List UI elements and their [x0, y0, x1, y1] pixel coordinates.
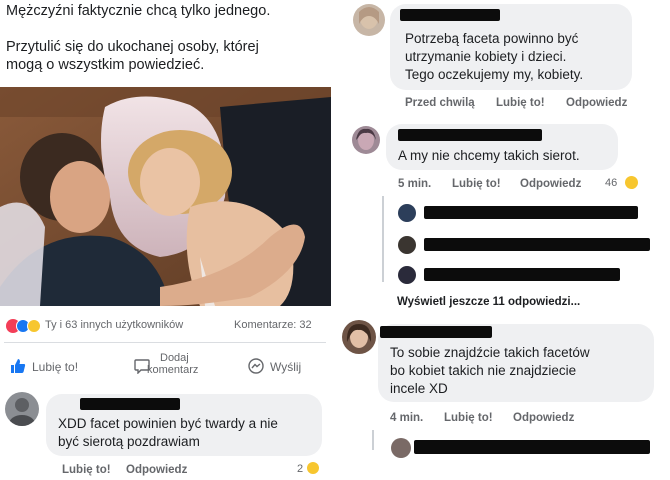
redacted-reply — [424, 238, 650, 251]
thread-line — [382, 196, 384, 282]
comments-count[interactable]: Komentarze: 32 — [234, 319, 312, 331]
share-button-label[interactable]: Wyślij — [270, 360, 301, 374]
avatar[interactable] — [391, 438, 411, 458]
haha-reaction-icon — [307, 462, 319, 474]
comment-time: 4 min. — [390, 412, 424, 424]
comment-text-line-1: XDD facet powinien być twardy a nie — [58, 416, 278, 431]
post-text-line-3: mogą o wszystkim powiedzieć. — [6, 57, 205, 73]
like-button-label[interactable]: Lubię to! — [32, 360, 78, 374]
comment-reaction-count: 2 — [297, 463, 304, 475]
thumbs-up-icon — [11, 359, 26, 373]
comment-button-label-1[interactable]: Dodaj — [160, 352, 189, 364]
comment-reply-link[interactable]: Odpowiedz — [126, 464, 187, 476]
avatar[interactable] — [398, 204, 416, 222]
avatar[interactable] — [5, 392, 39, 426]
reactions-summary[interactable]: Ty i 63 innych użytkowników — [45, 319, 183, 331]
comment-like-link[interactable]: Lubię to! — [444, 412, 493, 424]
comment-text-line-2: bo kobiet takich nie znajdziecie — [390, 363, 577, 378]
comment-like-link[interactable]: Lubię to! — [496, 97, 545, 109]
show-more-replies-link[interactable]: Wyświetl jeszcze 11 odpowiedzi... — [397, 296, 580, 308]
redacted-reply — [424, 268, 620, 281]
messenger-icon — [248, 358, 264, 374]
share-button[interactable] — [248, 358, 264, 379]
redacted-name — [380, 326, 492, 338]
post-text-line-1: Mężczyźni faktycznie chcą tylko jednego. — [6, 3, 271, 19]
avatar[interactable] — [398, 236, 416, 254]
comment-text: A my nie chcemy takich sierot. — [398, 148, 580, 163]
comment-text-line-1: Potrzebą faceta powinno być — [405, 31, 579, 46]
comment-like-link[interactable]: Lubię to! — [452, 178, 501, 190]
redacted-name — [398, 129, 542, 141]
post-text-line-2: Przytulić się do ukochanej osoby, której — [6, 39, 259, 55]
thread-line — [372, 430, 374, 450]
comment-reply-link[interactable]: Odpowiedz — [566, 97, 627, 109]
like-button[interactable] — [10, 358, 26, 379]
comment-time: 5 min. — [398, 178, 432, 190]
redacted-reply — [424, 206, 638, 219]
comment-reaction-count: 46 — [605, 177, 618, 189]
comment-reply-link[interactable]: Odpowiedz — [513, 412, 574, 424]
avatar[interactable] — [398, 266, 416, 284]
comment-text-line-2: utrzymanie kobiety i dzieci. — [405, 49, 567, 64]
redacted-name — [80, 398, 180, 410]
avatar[interactable] — [342, 320, 376, 354]
wow-reaction-icon — [27, 319, 41, 333]
comment-button-label-2[interactable]: komentarz — [147, 364, 198, 376]
comment-text-line-3: incele XD — [390, 381, 448, 396]
comment-text-line-1: To sobie znajdźcie takich facetów — [390, 345, 590, 360]
redacted-name — [400, 9, 500, 21]
comment-time: Przed chwilą — [405, 97, 475, 109]
comment-reply-link[interactable]: Odpowiedz — [520, 178, 581, 190]
post-photo[interactable] — [0, 87, 331, 306]
divider — [4, 342, 326, 343]
avatar[interactable] — [353, 4, 385, 36]
redacted-reply — [414, 440, 650, 454]
avatar[interactable] — [352, 126, 380, 154]
haha-reaction-icon — [625, 176, 638, 189]
comment-like-link[interactable]: Lubię to! — [62, 464, 111, 476]
comment-text-line-3: Tego oczekujemy my, kobiety. — [405, 67, 584, 82]
comment-text-line-2: być sierotą pozdrawiam — [58, 434, 200, 449]
